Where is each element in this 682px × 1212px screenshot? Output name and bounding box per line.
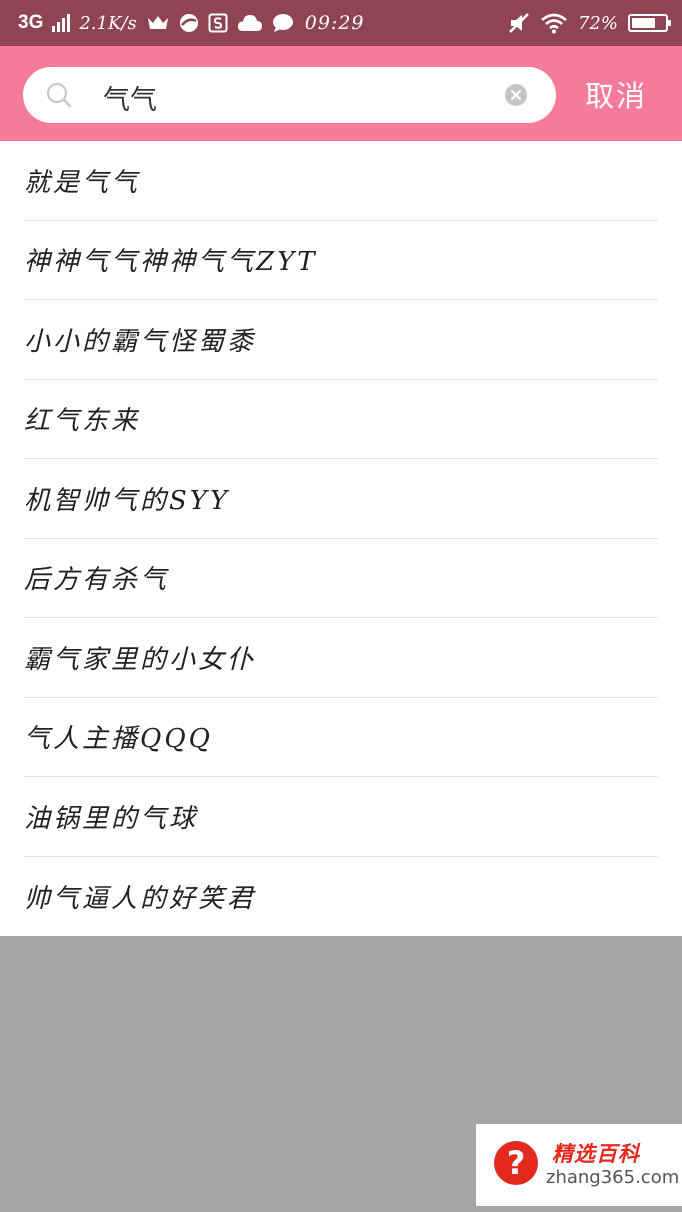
list-item[interactable]: 小小的霸气怪蜀黍: [24, 300, 658, 380]
list-item-label: 就是气气: [24, 167, 141, 198]
list-item[interactable]: 后方有杀气: [24, 539, 658, 618]
list-item-label: 机智帅气的SYY: [24, 485, 231, 516]
signal-icon: [52, 14, 71, 32]
list-item[interactable]: 帅气逼人的好笑君: [24, 857, 658, 937]
search-header: 气气 取消: [0, 46, 682, 141]
list-item[interactable]: 气人主播QQQ: [24, 698, 658, 777]
list-item-label: 气人主播QQQ: [24, 724, 213, 755]
list-item[interactable]: 油锅里的气球: [24, 777, 658, 857]
list-item-label: 后方有杀气: [24, 565, 170, 596]
battery-fill: [632, 18, 656, 28]
list-item[interactable]: 就是气气: [24, 141, 658, 221]
mute-icon: [508, 12, 530, 34]
chat-bubble-icon: [272, 13, 294, 33]
wifi-icon: [540, 12, 568, 34]
list-item[interactable]: 神神气气神神气气ZYT: [24, 221, 658, 300]
list-item-label: 神神气气神神气气ZYT: [24, 247, 318, 278]
network-type: 3G: [18, 12, 44, 33]
watermark-logo: ? 精选百科 zhang365.com: [476, 1124, 682, 1206]
list-item-label: 油锅里的气球: [24, 803, 199, 834]
question-badge-icon: ?: [494, 1141, 538, 1185]
clock: 09:29: [304, 12, 365, 34]
crown-icon: [146, 14, 170, 32]
list-item[interactable]: 红气东来: [24, 380, 658, 459]
cancel-button[interactable]: 取消: [585, 73, 647, 115]
battery-icon: [628, 14, 671, 32]
status-left: 3G 2.1K/s 09:29: [18, 12, 365, 34]
list-item-label: 霸气家里的小女仆: [24, 644, 257, 675]
clear-icon[interactable]: [505, 84, 527, 106]
list-item-label: 帅气逼人的好笑君: [24, 883, 257, 914]
battery-percent: 72%: [577, 12, 618, 34]
network-speed: 2.1K/s: [79, 12, 137, 34]
status-right: 72%: [508, 12, 671, 34]
browser-icon: [179, 13, 199, 33]
cloud-icon: [237, 14, 263, 32]
list-item-label: 小小的霸气怪蜀黍: [24, 326, 257, 357]
search-icon: [45, 81, 73, 109]
list-item-label: 红气东来: [24, 406, 141, 437]
search-input[interactable]: 气气: [103, 78, 157, 117]
status-bar: 3G 2.1K/s 09:29 72%: [0, 0, 682, 46]
suggestion-list: 就是气气 神神气气神神气气ZYT 小小的霸气怪蜀黍 红气东来 机智帅气的SYY …: [0, 141, 682, 936]
s-app-icon: [208, 13, 228, 33]
search-box[interactable]: 气气: [23, 67, 556, 123]
list-item[interactable]: 霸气家里的小女仆: [24, 618, 658, 698]
list-item[interactable]: 机智帅气的SYY: [24, 459, 658, 539]
watermark-title: 精选百科: [552, 1142, 640, 1166]
watermark-url: zhang365.com: [546, 1167, 680, 1188]
dim-overlay[interactable]: [0, 936, 682, 1124]
